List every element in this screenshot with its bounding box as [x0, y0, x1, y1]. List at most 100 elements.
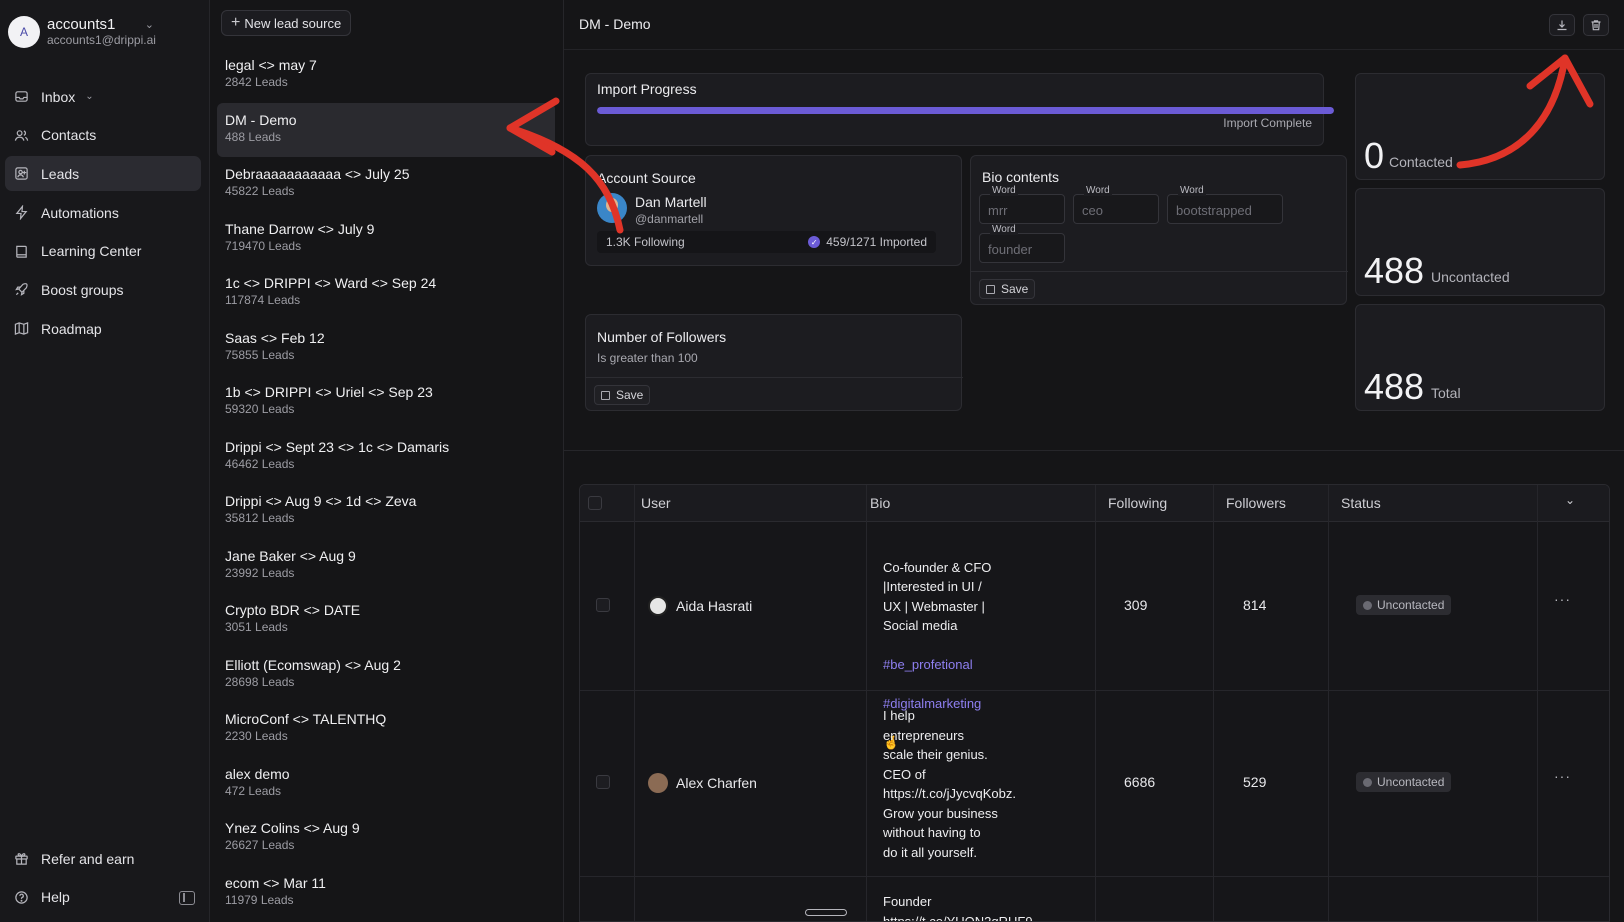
- chevron-down-icon[interactable]: ⌄: [85, 91, 93, 102]
- plus-icon: +: [231, 14, 241, 31]
- nav-item-learning-center[interactable]: Learning Center: [5, 234, 201, 269]
- book-icon: [13, 243, 29, 259]
- stat-value: 488: [1364, 366, 1425, 407]
- select-all-checkbox[interactable]: [588, 496, 602, 510]
- horizontal-scrollbar[interactable]: [805, 909, 847, 916]
- source-name: Dan Martell: [635, 194, 707, 210]
- word-field[interactable]: Word ceo: [1073, 185, 1159, 224]
- column-header-status[interactable]: Status: [1341, 495, 1381, 511]
- new-lead-source-button[interactable]: + New lead source: [221, 10, 352, 36]
- stat-contacted: 0 Contacted: [1355, 73, 1605, 180]
- row-checkbox[interactable]: [596, 598, 610, 612]
- lead-source-item[interactable]: Ynez Colins <> Aug 9 26627 Leads: [217, 811, 555, 866]
- save-icon: [986, 284, 995, 294]
- nav-item-roadmap[interactable]: Roadmap: [5, 311, 201, 346]
- word-field[interactable]: Word founder: [979, 224, 1065, 263]
- word-value: founder: [988, 242, 1033, 257]
- nav-item-refer-and-earn[interactable]: Refer and earn: [5, 841, 201, 876]
- gift-icon: [13, 851, 29, 867]
- lead-source-item[interactable]: ecom <> Mar 11 11979 Leads: [217, 866, 555, 921]
- nav-item-contacts[interactable]: Contacts: [5, 118, 201, 153]
- lead-source-item[interactable]: Jane Baker <> Aug 9 23992 Leads: [217, 539, 555, 594]
- nav-label: Leads: [41, 165, 80, 182]
- following-cell: 309: [1124, 597, 1148, 613]
- nav-item-inbox[interactable]: Inbox ⌄: [5, 79, 201, 114]
- stat-label: Total: [1431, 385, 1461, 401]
- column-header-user[interactable]: User: [641, 495, 671, 511]
- word-field[interactable]: Word bootstrapped: [1167, 185, 1283, 224]
- progress-fill: [597, 107, 1334, 114]
- lead-source-list: legal <> may 7 2842 Leads DM - Demo 488 Lea…: [217, 48, 555, 920]
- lead-source-item[interactable]: Thane Darrow <> July 9 719470 Leads: [217, 212, 555, 267]
- rocket-icon: [13, 282, 29, 298]
- save-button[interactable]: Save: [594, 385, 651, 405]
- nav-item-help[interactable]: Help: [5, 880, 201, 915]
- main-nav: Inbox ⌄ Contacts Leads Automations Learn…: [5, 79, 201, 350]
- user-name: Aida Hasrati: [676, 598, 753, 614]
- lead-source-item[interactable]: Crypto BDR <> DATE 3051 Leads: [217, 593, 555, 648]
- stat-uncontacted: 488 Uncontacted: [1355, 188, 1605, 296]
- progress-bar: [597, 107, 1334, 114]
- column-header-following[interactable]: Following: [1108, 495, 1167, 511]
- save-button[interactable]: Save: [979, 279, 1036, 299]
- help-icon: [13, 889, 29, 905]
- trash-icon: [1591, 20, 1601, 31]
- lead-source-item[interactable]: MicroConf <> TALENTHQ 2230 Leads: [217, 702, 555, 757]
- lead-source-name: Saas <> Feb 12: [225, 329, 325, 346]
- account-source-card: Account Source Dan Martell @danmartell 1…: [585, 155, 962, 266]
- hashtag-link[interactable]: #be_profetional: [883, 657, 973, 672]
- nav-label: Contacts: [41, 127, 97, 144]
- chevron-down-icon[interactable]: ⌄: [145, 18, 154, 31]
- user-cell[interactable]: Aida Hasrati: [648, 596, 752, 616]
- lead-source-item[interactable]: 1c <> DRIPPI <> Ward <> Sep 24 117874 Lea…: [217, 266, 555, 321]
- user-cell[interactable]: Alex Charfen: [648, 773, 757, 793]
- lead-source-count: 2842 Leads: [225, 75, 288, 89]
- delete-button[interactable]: [1583, 14, 1609, 36]
- word-field[interactable]: Word mrr: [979, 185, 1065, 224]
- lead-source-name: ecom <> Mar 11: [225, 874, 326, 891]
- bottom-nav: Refer and earn Help: [5, 841, 201, 918]
- nav-label: Help: [41, 889, 70, 906]
- sidebar: A accounts1 accounts1@drippi.ai ⌄ Inbox …: [0, 0, 210, 922]
- lead-source-name: Thane Darrow <> July 9: [225, 220, 375, 237]
- status-badge[interactable]: Uncontacted: [1356, 772, 1452, 792]
- lead-source-item[interactable]: Debraaaaaaaaaaa <> July 25 45822 Leads: [217, 157, 555, 212]
- stat-label: Uncontacted: [1431, 269, 1510, 285]
- nav-item-boost-groups[interactable]: Boost groups: [5, 272, 201, 307]
- lead-source-count: 2230 Leads: [225, 729, 288, 743]
- status-badge[interactable]: Uncontacted: [1356, 595, 1452, 615]
- more-options-icon[interactable]: ···: [1554, 768, 1571, 784]
- lead-source-item[interactable]: Drippi <> Sept 23 <> 1c <> Damaris 46462 …: [217, 430, 555, 485]
- import-progress-card: Import Progress Import Complete: [585, 73, 1334, 146]
- status-icon: [1363, 600, 1372, 610]
- row-checkbox[interactable]: [596, 775, 610, 789]
- column-header-followers[interactable]: Followers: [1226, 495, 1286, 511]
- lead-source-item[interactable]: Drippi <> Aug 9 <> 1d <> Zeva 35812 Leads: [217, 484, 555, 539]
- lead-source-item[interactable]: legal <> may 7 2842 Leads: [217, 48, 555, 103]
- lead-source-item[interactable]: Elliott (Ecomswap) <> Aug 2 28698 Leads: [217, 648, 555, 703]
- bio-cell: I help entrepreneurs scale their genius.…: [883, 708, 1016, 860]
- following-cell: 6686: [1124, 774, 1156, 790]
- more-options-icon[interactable]: ···: [1554, 591, 1571, 607]
- lead-source-item[interactable]: alex demo 472 Leads: [217, 757, 555, 812]
- check-icon: ✓: [808, 236, 821, 248]
- lead-source-item[interactable]: DM - Demo 488 Leads: [217, 102, 555, 157]
- lead-source-item[interactable]: 1b <> DRIPPI <> Uriel <> Sep 23 59320 Lea…: [217, 375, 555, 430]
- sidebar-toggle-icon[interactable]: [179, 891, 195, 905]
- lead-source-item[interactable]: Saas <> Feb 12 75855 Leads: [217, 321, 555, 376]
- account-email: accounts1@drippi.ai: [47, 33, 156, 47]
- chevron-down-icon[interactable]: ⌄: [1565, 493, 1575, 507]
- word-label: Word: [990, 224, 1018, 235]
- divider: [580, 690, 1609, 691]
- lead-source-count: 28698 Leads: [225, 674, 295, 689]
- column-divider: [1095, 485, 1096, 921]
- user-name: Alex Charfen: [676, 775, 757, 791]
- account-switcher[interactable]: A accounts1 accounts1@drippi.ai ⌄: [8, 12, 202, 52]
- imported-count: ✓ 459/1271 Imported: [808, 235, 927, 249]
- lead-source-count: 472 Leads: [225, 783, 282, 798]
- download-button[interactable]: [1549, 14, 1575, 36]
- followers-cell: 814: [1243, 597, 1267, 613]
- column-header-bio[interactable]: Bio: [870, 495, 890, 511]
- nav-item-automations[interactable]: Automations: [5, 195, 201, 230]
- nav-item-leads[interactable]: Leads: [5, 156, 201, 192]
